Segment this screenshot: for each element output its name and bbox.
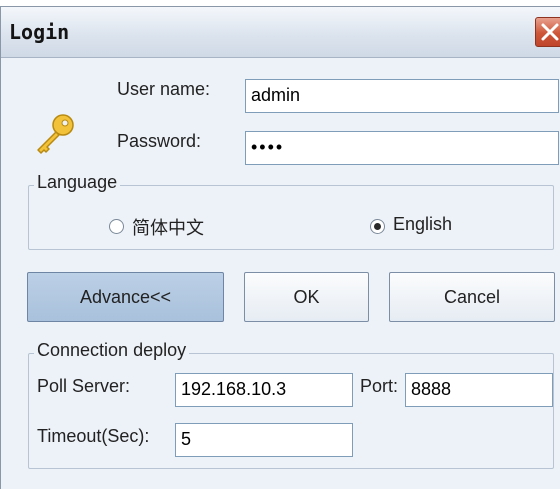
language-group bbox=[28, 185, 554, 250]
advance-button[interactable]: Advance<< bbox=[27, 272, 224, 322]
password-label: Password: bbox=[117, 131, 202, 151]
radio-chinese[interactable] bbox=[109, 219, 124, 234]
window-title: Login bbox=[9, 20, 70, 44]
username-label: User name: bbox=[117, 79, 211, 99]
port-input[interactable]: 8888 bbox=[405, 373, 553, 407]
title-bar: Login bbox=[1, 7, 560, 58]
poll-server-input[interactable]: 192.168.10.3 bbox=[175, 373, 353, 407]
close-button[interactable] bbox=[535, 17, 560, 47]
login-dialog: Login User name: admin Password: •••• La… bbox=[0, 6, 560, 489]
ok-button[interactable]: OK bbox=[244, 272, 369, 322]
timeout-label: Timeout(Sec): bbox=[37, 426, 150, 446]
radio-english-label[interactable]: English bbox=[393, 214, 452, 235]
radio-chinese-label[interactable]: 简体中文 bbox=[132, 214, 204, 240]
password-input[interactable]: •••• bbox=[245, 131, 559, 165]
key-icon bbox=[37, 114, 74, 154]
port-label: Port: bbox=[360, 376, 399, 396]
username-input[interactable]: admin bbox=[245, 79, 559, 113]
cancel-button[interactable]: Cancel bbox=[389, 272, 555, 322]
language-legend: Language bbox=[34, 172, 121, 193]
poll-server-label: Poll Server: bbox=[37, 376, 131, 396]
timeout-input[interactable]: 5 bbox=[175, 423, 353, 457]
close-icon bbox=[541, 23, 559, 41]
connection-legend: Connection deploy bbox=[34, 340, 190, 361]
radio-english[interactable] bbox=[370, 219, 385, 234]
